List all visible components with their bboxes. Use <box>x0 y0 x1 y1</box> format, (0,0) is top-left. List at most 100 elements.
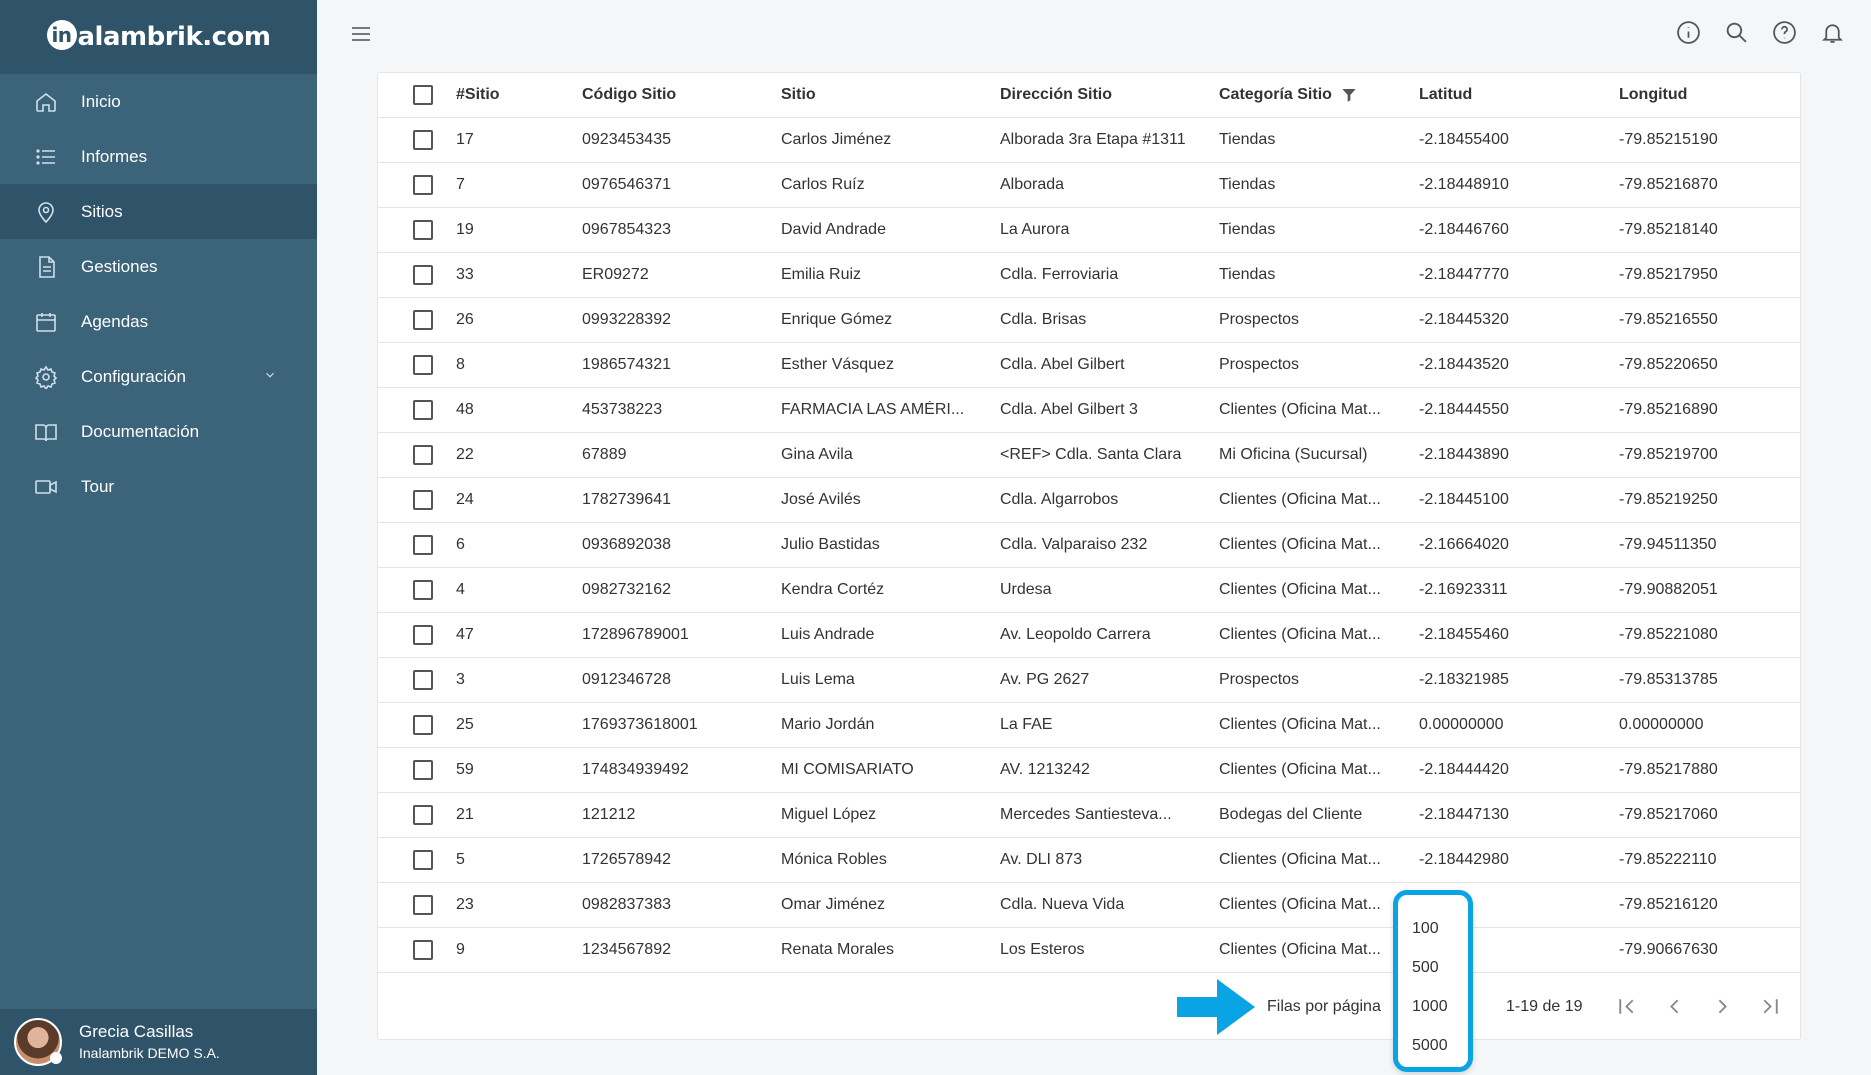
table-row[interactable]: 22 67889 Gina Avila <REF> Cdla. Santa Clara… <box>378 433 1800 478</box>
column-header-address[interactable]: Dirección Sitio <box>1000 86 1219 104</box>
table-row[interactable]: 26 0993228392 Enrique Gómez Cdla. Brisas Pro… <box>378 298 1800 343</box>
row-checkbox[interactable] <box>413 850 433 870</box>
sidebar-item-agendas[interactable]: Agendas <box>0 294 317 349</box>
cell-id: 3 <box>456 671 465 688</box>
sidebar-item-inicio[interactable]: Inicio <box>0 74 317 129</box>
cell-address: Los Esteros <box>1000 941 1085 958</box>
cell-site: Julio Bastidas <box>781 536 880 553</box>
sidebar-item-tour[interactable]: Tour <box>0 459 317 514</box>
table-row[interactable]: 5 1726578942 Mónica Robles Av. DLI 873 Clien… <box>378 838 1800 883</box>
sidebar-item-gestiones[interactable]: Gestiones <box>0 239 317 294</box>
row-checkbox[interactable] <box>413 490 433 510</box>
table-row[interactable]: 4 0982732162 Kendra Cortéz Urdesa Clientes (… <box>378 568 1800 613</box>
filter-icon[interactable] <box>1341 87 1357 103</box>
cell-code: 0912346728 <box>582 671 671 688</box>
row-checkbox[interactable] <box>413 805 433 825</box>
last-page-icon[interactable] <box>1758 994 1783 1019</box>
user-profile[interactable]: Grecia Casillas Inalambrik DEMO S.A. <box>0 1009 317 1075</box>
column-header-site[interactable]: Sitio <box>781 86 1000 104</box>
menu-icon[interactable] <box>349 22 373 46</box>
table-row[interactable]: 17 0923453435 Carlos Jiménez Alborada 3ra E… <box>378 118 1800 163</box>
cell-longitude: -79.85220650 <box>1619 356 1718 373</box>
row-checkbox[interactable] <box>413 130 433 150</box>
cell-code: 1726578942 <box>582 851 671 868</box>
rows-option-500[interactable]: 500 <box>1398 948 1468 987</box>
previous-page-icon[interactable] <box>1662 994 1687 1019</box>
table-row[interactable]: 19 0967854323 David Andrade La Aurora Tienda… <box>378 208 1800 253</box>
table-row[interactable]: 59 174834939492 MI COMISARIATO AV. 1213242 C… <box>378 748 1800 793</box>
select-all-checkbox[interactable] <box>413 85 433 105</box>
next-page-icon[interactable] <box>1710 994 1735 1019</box>
document-icon <box>33 254 59 280</box>
column-header-longitude[interactable]: Longitud <box>1619 86 1799 104</box>
row-checkbox[interactable] <box>413 580 433 600</box>
cell-site: Esther Vásquez <box>781 356 894 373</box>
column-header-code[interactable]: Código Sitio <box>582 86 781 104</box>
book-icon <box>33 419 59 445</box>
row-select-cell <box>378 130 456 150</box>
rows-option-1000[interactable]: 1000 <box>1398 987 1468 1026</box>
table-row[interactable]: 33 ER09272 Emilia Ruiz Cdla. Ferroviaria Tie… <box>378 253 1800 298</box>
sidebar-item-documentacion[interactable]: Documentación <box>0 404 317 459</box>
brand-logo[interactable]: in alambrik.com <box>46 20 271 53</box>
table-row[interactable]: 47 172896789001 Luis Andrade Av. Leopoldo C… <box>378 613 1800 658</box>
cell-latitude: -2.18444420 <box>1419 761 1509 778</box>
search-icon[interactable] <box>1724 20 1749 45</box>
table-row[interactable]: 25 1769373618001 Mario Jordán La FAE Cliente… <box>378 703 1800 748</box>
row-checkbox[interactable] <box>413 400 433 420</box>
row-checkbox[interactable] <box>413 535 433 555</box>
row-checkbox[interactable] <box>413 265 433 285</box>
cell-latitude: -2.18447130 <box>1419 806 1509 823</box>
table-row[interactable]: 3 0912346728 Luis Lema Av. PG 2627 Prospecto… <box>378 658 1800 703</box>
cell-id: 17 <box>456 131 474 148</box>
chevron-down-icon[interactable] <box>263 367 277 387</box>
table-row[interactable]: 21 121212 Miguel López Mercedes Santiesteva… <box>378 793 1800 838</box>
help-icon[interactable] <box>1772 20 1797 45</box>
table-row[interactable]: 6 0936892038 Julio Bastidas Cdla. Valparais… <box>378 523 1800 568</box>
row-checkbox[interactable] <box>413 670 433 690</box>
rows-option-5000[interactable]: 5000 <box>1398 1026 1468 1065</box>
row-checkbox[interactable] <box>413 175 433 195</box>
row-checkbox[interactable] <box>413 355 433 375</box>
cell-longitude: -79.85217060 <box>1619 806 1718 823</box>
row-checkbox[interactable] <box>413 625 433 645</box>
sites-table-card: #Sitio Código Sitio Sitio Dirección Siti… <box>377 72 1801 1040</box>
sidebar-item-informes[interactable]: Informes <box>0 129 317 184</box>
column-header-latitude[interactable]: Latitud <box>1419 86 1619 104</box>
cell-longitude: -79.85218140 <box>1619 221 1718 238</box>
row-checkbox[interactable] <box>413 310 433 330</box>
cell-code: 1986574321 <box>582 356 671 373</box>
table-row[interactable]: 7 0976546371 Carlos Ruíz Alborada Tiendas -2.… <box>378 163 1800 208</box>
row-select-cell <box>378 760 456 780</box>
row-checkbox[interactable] <box>413 940 433 960</box>
row-checkbox[interactable] <box>413 895 433 915</box>
table-row[interactable]: 24 1782739641 José Avilés Cdla. Algarrobos C… <box>378 478 1800 523</box>
rows-option-100[interactable]: 100 <box>1398 909 1468 948</box>
cell-category: Clientes (Oficina Mat... <box>1219 581 1381 598</box>
row-checkbox[interactable] <box>413 445 433 465</box>
first-page-icon[interactable] <box>1614 994 1639 1019</box>
sidebar-item-configuracion[interactable]: Configuración <box>0 349 317 404</box>
info-icon[interactable] <box>1676 20 1701 45</box>
row-checkbox[interactable] <box>413 715 433 735</box>
column-header-category[interactable]: Categoría Sitio <box>1219 86 1419 104</box>
sidebar-item-label: Tour <box>81 476 115 496</box>
table-row[interactable]: 23 0982837383 Omar Jiménez Cdla. Nueva Vida… <box>378 883 1800 928</box>
cell-code: 174834939492 <box>582 761 689 778</box>
home-icon <box>33 89 59 115</box>
table-row[interactable]: 9 1234567892 Renata Morales Los Esteros Clie… <box>378 928 1800 973</box>
row-select-cell <box>378 805 456 825</box>
cell-longitude: -79.85215190 <box>1619 131 1718 148</box>
cell-id: 22 <box>456 446 474 463</box>
row-checkbox[interactable] <box>413 760 433 780</box>
avatar[interactable] <box>14 1018 62 1066</box>
table-row[interactable]: 8 1986574321 Esther Vásquez Cdla. Abel Gilb… <box>378 343 1800 388</box>
table-row[interactable]: 48 453738223 FARMACIA LAS AMÉRI... Cdla. Ab… <box>378 388 1800 433</box>
cell-code: 121212 <box>582 806 636 823</box>
cell-site: Emilia Ruiz <box>781 266 862 283</box>
row-checkbox[interactable] <box>413 220 433 240</box>
bell-icon[interactable] <box>1820 20 1845 45</box>
column-header-id[interactable]: #Sitio <box>456 86 582 104</box>
cell-site: Enrique Gómez <box>781 311 893 328</box>
sidebar-item-sitios[interactable]: Sitios <box>0 184 317 239</box>
